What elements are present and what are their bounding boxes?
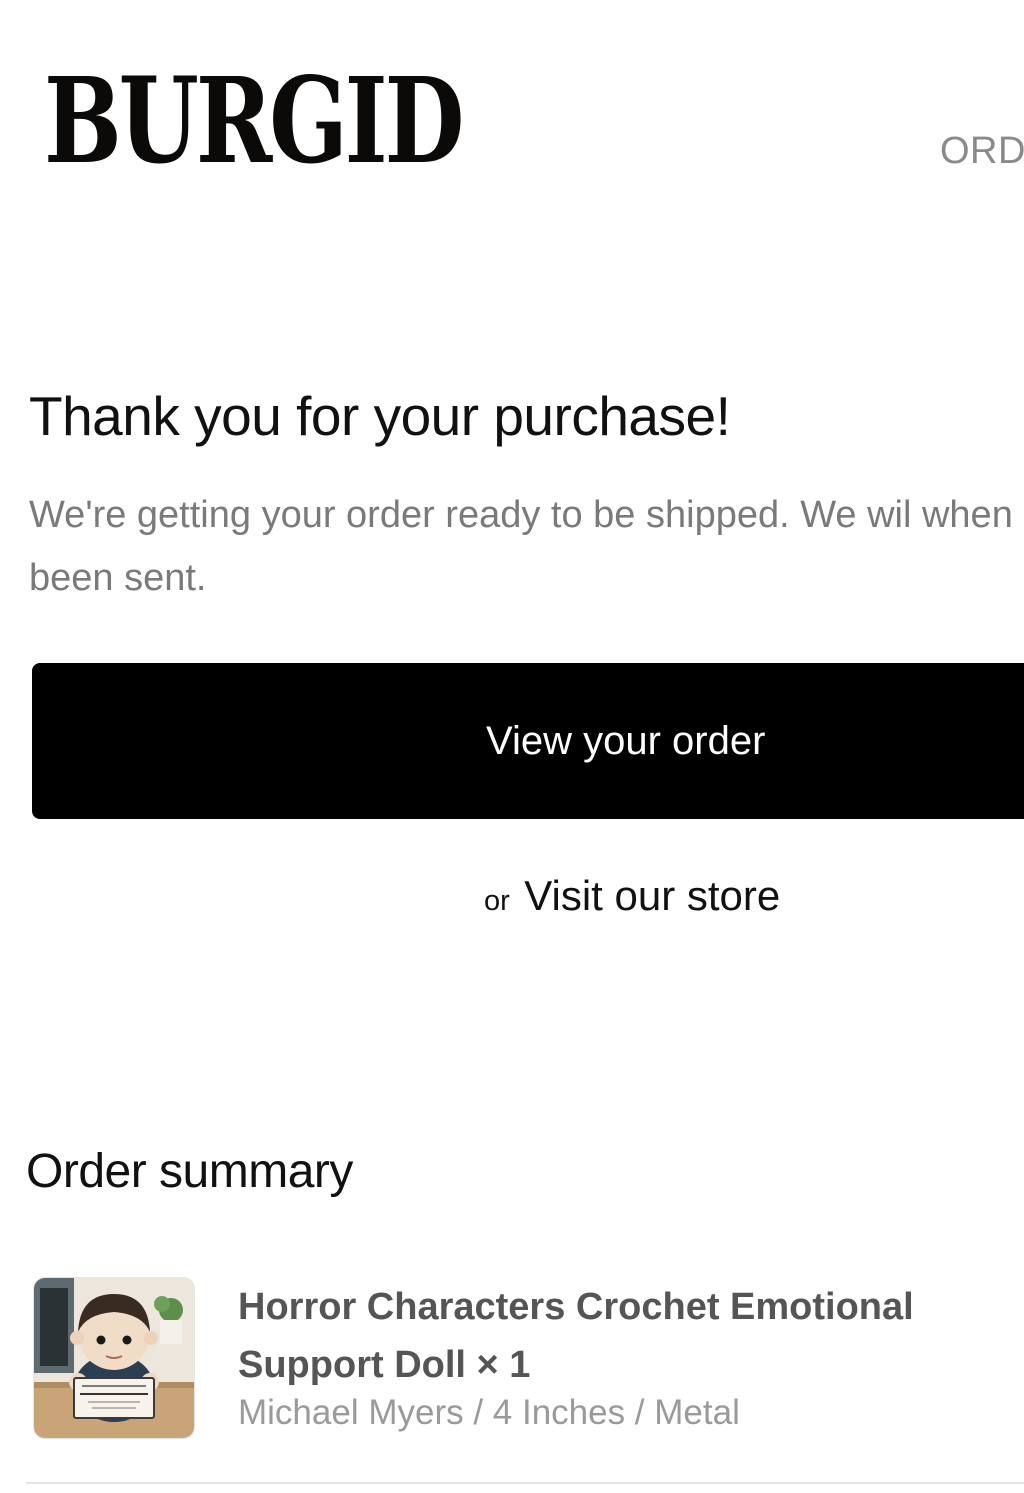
crochet-doll-image (34, 1278, 194, 1438)
order-number-label: ORD (940, 130, 1024, 172)
item-divider (26, 1482, 1024, 1484)
product-variant: Michael Myers / 4 Inches / Metal (238, 1393, 740, 1432)
or-text: or (484, 885, 510, 917)
brand-logo: BURGID (44, 51, 464, 190)
view-order-button-label: View your order (486, 719, 766, 763)
visit-store-link[interactable]: Visit our store (524, 872, 780, 919)
confirmation-title: Thank you for your purchase! (29, 385, 731, 447)
product-name: Horror Characters Crochet Emotional Supp… (238, 1286, 914, 1386)
email-page: BURGID ORD Thank you for your purchase! … (0, 0, 1024, 1493)
order-summary-title: Order summary (26, 1145, 353, 1198)
view-order-button[interactable]: View your order (32, 663, 1024, 819)
confirmation-message: We're getting your order ready to be shi… (29, 494, 1024, 599)
product-thumbnail[interactable] (33, 1277, 195, 1439)
visit-store-line: or Visit our store (484, 872, 780, 920)
